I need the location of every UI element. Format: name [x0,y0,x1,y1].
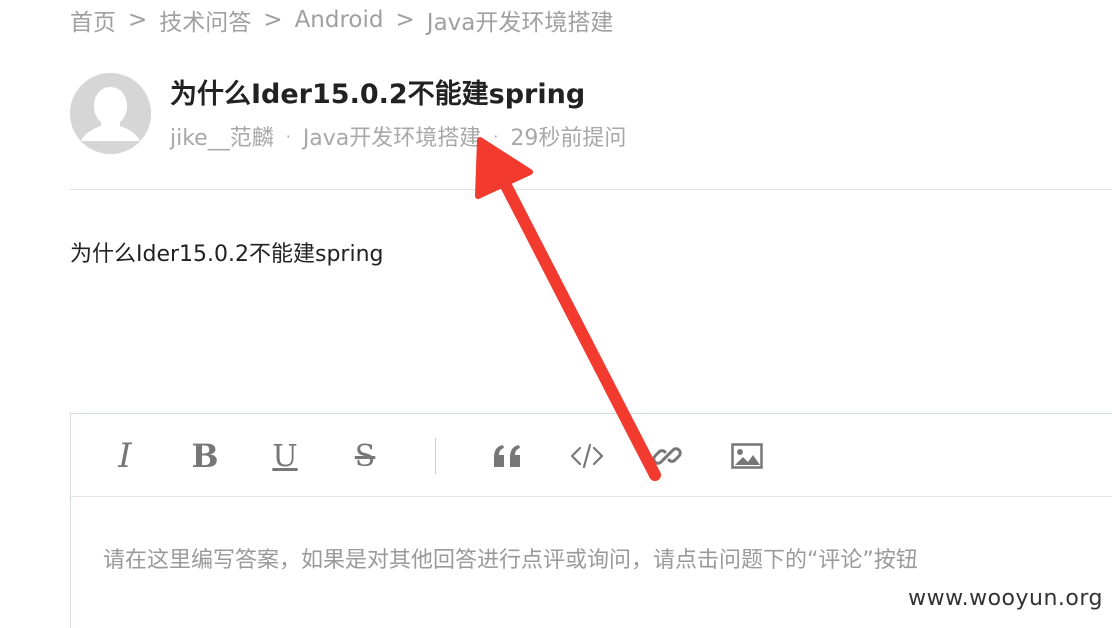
meta-separator: · [493,126,499,146]
breadcrumb-java-env[interactable]: Java开发环境搭建 [427,3,614,37]
divider [70,189,1112,190]
breadcrumb-home[interactable]: 首页 [70,3,116,37]
answer-placeholder[interactable]: 请在这里编写答案，如果是对其他回答进行点评或询问，请点击问题下的“评论”按钮 [103,542,918,574]
underline-button[interactable]: U [263,434,307,478]
editor-toolbar: I B U S [71,414,1112,497]
question-time: 29秒前提问 [510,126,627,151]
link-icon [652,447,682,465]
meta-separator: · [285,126,291,146]
bold-button[interactable]: B [183,434,227,478]
breadcrumb-separator: > [395,7,415,33]
avatar[interactable] [70,73,151,154]
breadcrumb-android[interactable]: Android [295,7,384,33]
breadcrumb-separator: > [128,7,148,33]
image-button[interactable] [725,434,769,478]
breadcrumb: 首页 > 技术问答 > Android > Java开发环境搭建 [70,4,613,36]
category-link[interactable]: Java开发环境搭建 [303,120,481,152]
link-button[interactable] [645,434,689,478]
italic-button[interactable]: I [103,434,147,478]
question-title: 为什么Ider15.0.2不能建spring [170,79,586,110]
code-icon [570,443,604,469]
quote-button[interactable] [485,434,529,478]
author-link[interactable]: jike__范麟 [170,120,274,152]
question-meta: jike__范麟 · Java开发环境搭建 · 29秒前提问 [170,120,626,152]
code-button[interactable] [565,434,609,478]
watermark: www.wooyun.org [908,586,1103,611]
image-icon [731,443,763,469]
question-body: 为什么Ider15.0.2不能建spring [70,242,384,267]
toolbar-divider [435,438,436,474]
strikethrough-button[interactable]: S [343,434,387,478]
breadcrumb-qa[interactable]: 技术问答 [159,3,251,37]
breadcrumb-separator: > [263,7,283,33]
user-silhouette-icon [70,73,151,154]
quote-icon [494,445,520,467]
